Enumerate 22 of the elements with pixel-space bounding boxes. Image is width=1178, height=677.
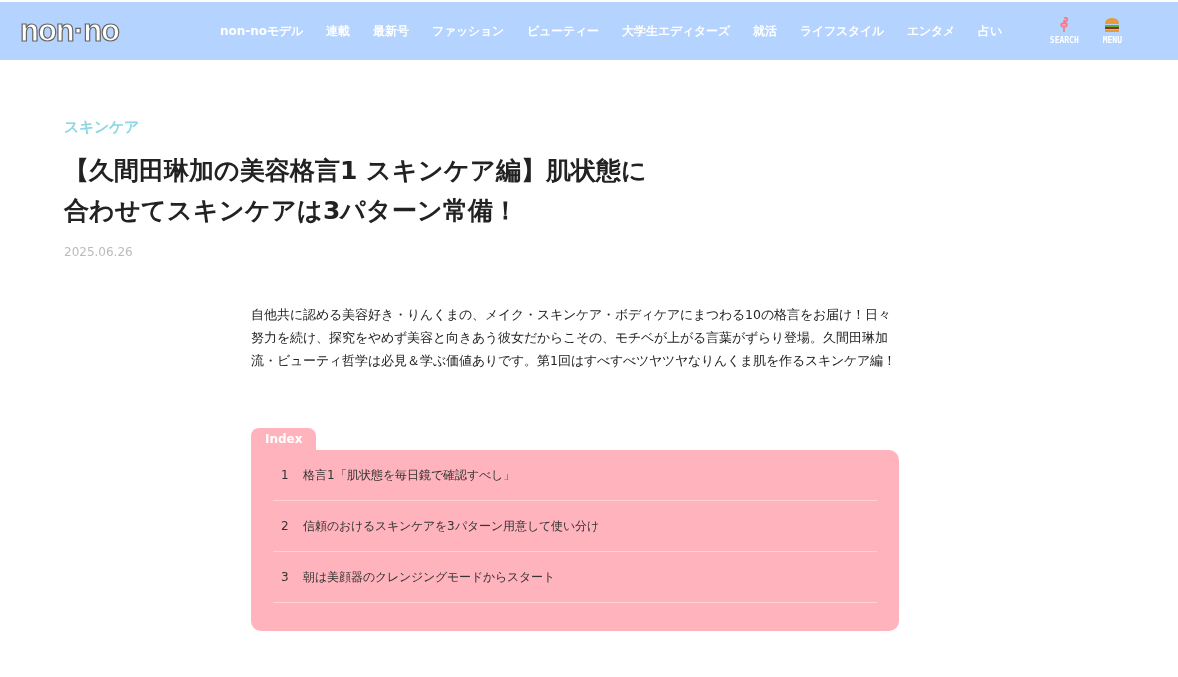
search-button[interactable]: SEARCH bbox=[1049, 17, 1079, 45]
nav-link[interactable]: ライフスタイル bbox=[800, 22, 885, 40]
index-item[interactable]: 1 格言1「肌状態を毎日鏡で確認すべし」 bbox=[273, 450, 877, 501]
nav-link[interactable]: エンタメ bbox=[907, 22, 956, 40]
lead-paragraph: 自他共に認める美容好き・りんくまの、メイク・スキンケア・ボディケアにまつわる10の格言をお届け！日々努力を続け、探究をやめず美容と向きあう彼女だからこその、モチベが上がる言葉がずらり登場。久間田琳加流・ビューティ哲学は必見＆学ぶ価値ありです。第1回はすべすべツヤツヤなりんくま肌を作るスキンケア編！ bbox=[251, 306, 897, 370]
article-title: 【久間田琳加の美容格言1 スキンケア編】肌状態に 合わせてスキンケアは3パターン常備！ bbox=[64, 155, 649, 227]
index-item[interactable]: 3 朝は美顔器のクレンジングモードからスタート bbox=[273, 552, 877, 603]
nav-link[interactable]: 最新号 bbox=[373, 22, 410, 40]
article-date: 2025.06.26 bbox=[64, 245, 134, 259]
nav-link[interactable]: ビューティー bbox=[527, 22, 600, 40]
nav-link[interactable]: 占い bbox=[978, 22, 1003, 40]
category-label: スキンケア bbox=[64, 118, 140, 137]
nav-link[interactable]: non-noモデル bbox=[220, 22, 304, 40]
burger-icon bbox=[1104, 17, 1121, 33]
nav-link[interactable]: 大学生エディターズ bbox=[622, 22, 731, 40]
index-item[interactable]: 2 信頼のおけるスキンケアを3パターン用意して使い分け bbox=[273, 501, 877, 552]
site-logo[interactable]: non·no bbox=[20, 13, 220, 49]
nav-link[interactable]: 連載 bbox=[326, 22, 351, 40]
nav-link[interactable]: 就活 bbox=[753, 22, 778, 40]
nav-link[interactable]: ファッション bbox=[432, 22, 505, 40]
flamingo-icon bbox=[1058, 17, 1071, 33]
menu-button[interactable]: MENU bbox=[1102, 17, 1122, 45]
